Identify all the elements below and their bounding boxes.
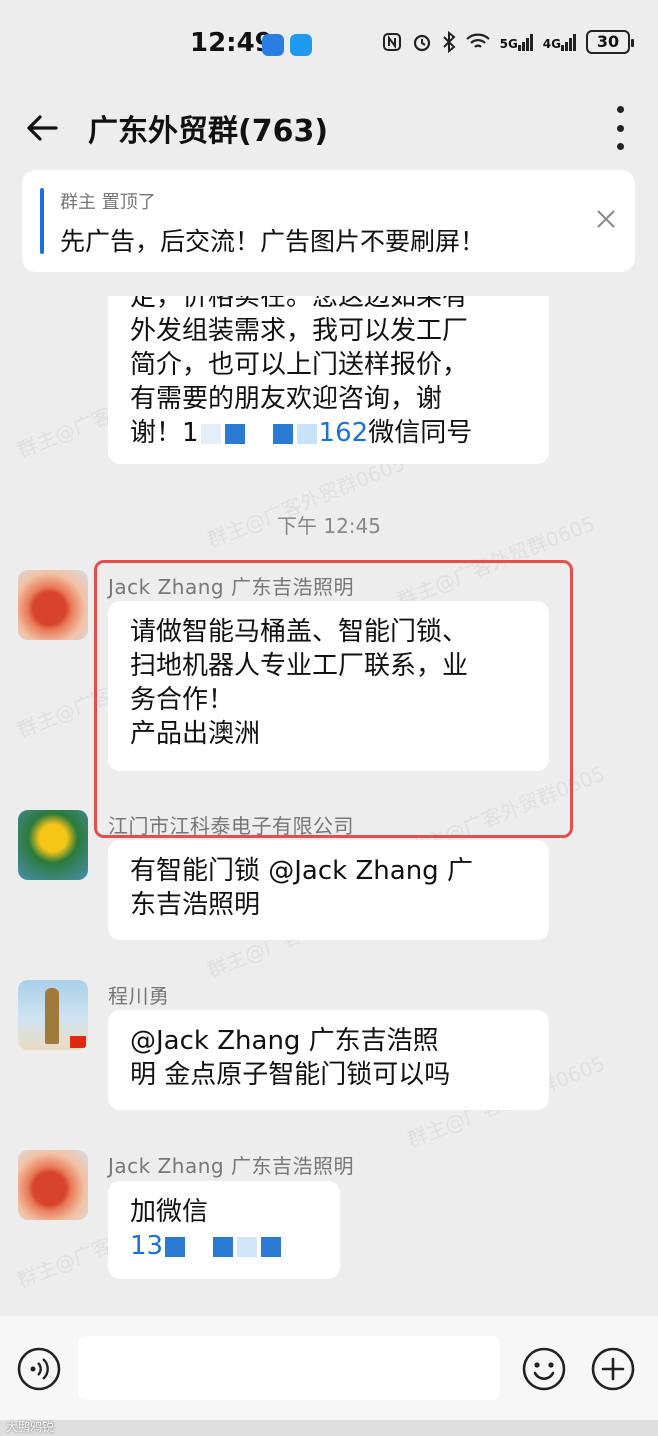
redaction-block xyxy=(224,423,245,444)
text-fragment: 谢！1 xyxy=(130,418,199,448)
text-fragment: 微信同号 xyxy=(368,418,473,448)
source-watermark: 大鹏鸦锐 xyxy=(6,1420,55,1434)
message-bubble[interactable]: 有智能门锁 @Jack Zhang 广 东吉浩照明 xyxy=(108,840,549,940)
bluetooth-icon xyxy=(442,31,456,53)
flag-badge xyxy=(70,1036,86,1048)
plus-icon xyxy=(591,1347,635,1391)
back-button[interactable] xyxy=(22,108,62,148)
highlight-frame xyxy=(94,560,573,838)
status-time: 12:49 xyxy=(190,28,273,58)
message-line: 东吉浩照明 xyxy=(130,890,261,920)
more-options-button[interactable] xyxy=(612,106,628,150)
message-bubble[interactable]: 加微信 13 xyxy=(108,1181,340,1279)
signal-4g: 4G xyxy=(543,33,577,51)
avatar[interactable] xyxy=(18,810,88,880)
nfc-icon xyxy=(382,33,401,51)
redaction-block xyxy=(261,1236,282,1257)
sender-name: Jack Zhang 广东吉浩照明 xyxy=(108,1154,354,1178)
redaction-block xyxy=(237,1236,258,1257)
phone-link[interactable]: 162 xyxy=(319,418,369,448)
sender-name: 程川勇 xyxy=(108,984,170,1008)
message-line-last: 谢！1 162微信同号 xyxy=(130,416,527,450)
status-icons: 5G 4G 30 xyxy=(382,30,634,54)
message-line: 13 xyxy=(130,1229,318,1263)
close-icon xyxy=(597,210,615,228)
message-input[interactable] xyxy=(78,1336,500,1400)
wifi-icon xyxy=(465,33,490,48)
app-notification-icon-2 xyxy=(290,34,312,56)
message-line: 定，价格实在。您这边如果有 xyxy=(130,296,469,312)
message-line: 简介，也可以上门送样报价， xyxy=(130,350,469,380)
redaction-block xyxy=(272,423,293,444)
back-arrow-icon xyxy=(27,115,58,141)
message-line: @Jack Zhang 广东吉浩照 xyxy=(130,1026,439,1056)
emoji-button[interactable] xyxy=(521,1346,567,1392)
voice-icon xyxy=(17,1347,61,1391)
message-line: 有需要的朋友欢迎咨询，谢 xyxy=(130,384,443,414)
redaction-block xyxy=(165,1236,186,1257)
avatar[interactable] xyxy=(18,1150,88,1220)
voice-button[interactable] xyxy=(16,1346,62,1392)
pinned-accent-bar xyxy=(40,188,44,254)
pinned-close-button[interactable] xyxy=(595,208,617,230)
redaction-block xyxy=(189,1236,210,1257)
message-line: 有智能门锁 @Jack Zhang 广 xyxy=(130,856,473,886)
pinned-text: 先广告，后交流！广告图片不要刷屏！ xyxy=(60,227,486,256)
message-line: 明 金点原子智能门锁可以吗 xyxy=(130,1060,451,1090)
signal-5g: 5G xyxy=(500,33,534,51)
timestamp: 下午 12:45 xyxy=(277,514,381,538)
pinned-message[interactable]: 群主 置顶了 先广告，后交流！广告图片不要刷屏！ xyxy=(22,170,635,272)
avatar[interactable] xyxy=(18,980,88,1050)
redaction-block xyxy=(248,423,269,444)
statue-shape xyxy=(45,988,59,1044)
message-bubble[interactable]: @Jack Zhang 广东吉浩照 明 金点原子智能门锁可以吗 xyxy=(108,1010,549,1110)
phone-link[interactable]: 13 xyxy=(130,1231,163,1261)
input-bar xyxy=(0,1316,658,1420)
bottom-strip xyxy=(0,1420,658,1436)
message-bubble[interactable]: 定，价格实在。您这边如果有 外发组装需求，我可以发工厂 简介，也可以上门送样报价… xyxy=(108,296,549,464)
emoji-icon xyxy=(522,1347,566,1391)
redaction-block xyxy=(213,1236,234,1257)
alarm-icon xyxy=(413,34,430,52)
redaction-block xyxy=(200,423,221,444)
message-line: 外发组装需求，我可以发工厂 xyxy=(130,316,469,346)
app-notification-icon xyxy=(262,34,284,56)
plus-button[interactable] xyxy=(590,1346,636,1392)
title-bar: 广东外贸群(763) xyxy=(0,90,658,164)
more-vertical-icon xyxy=(616,106,624,113)
status-bar: 12:49 5G 4G 30 xyxy=(0,0,658,90)
chat-title: 广东外贸群(763) xyxy=(88,114,329,149)
pinned-tag: 群主 置顶了 xyxy=(60,192,156,213)
text-fragment: 加微信 xyxy=(130,1197,209,1227)
message-line: 加微信 xyxy=(130,1195,318,1229)
avatar[interactable] xyxy=(18,570,88,640)
redaction-block xyxy=(296,423,317,444)
battery-icon: 30 xyxy=(586,30,634,54)
